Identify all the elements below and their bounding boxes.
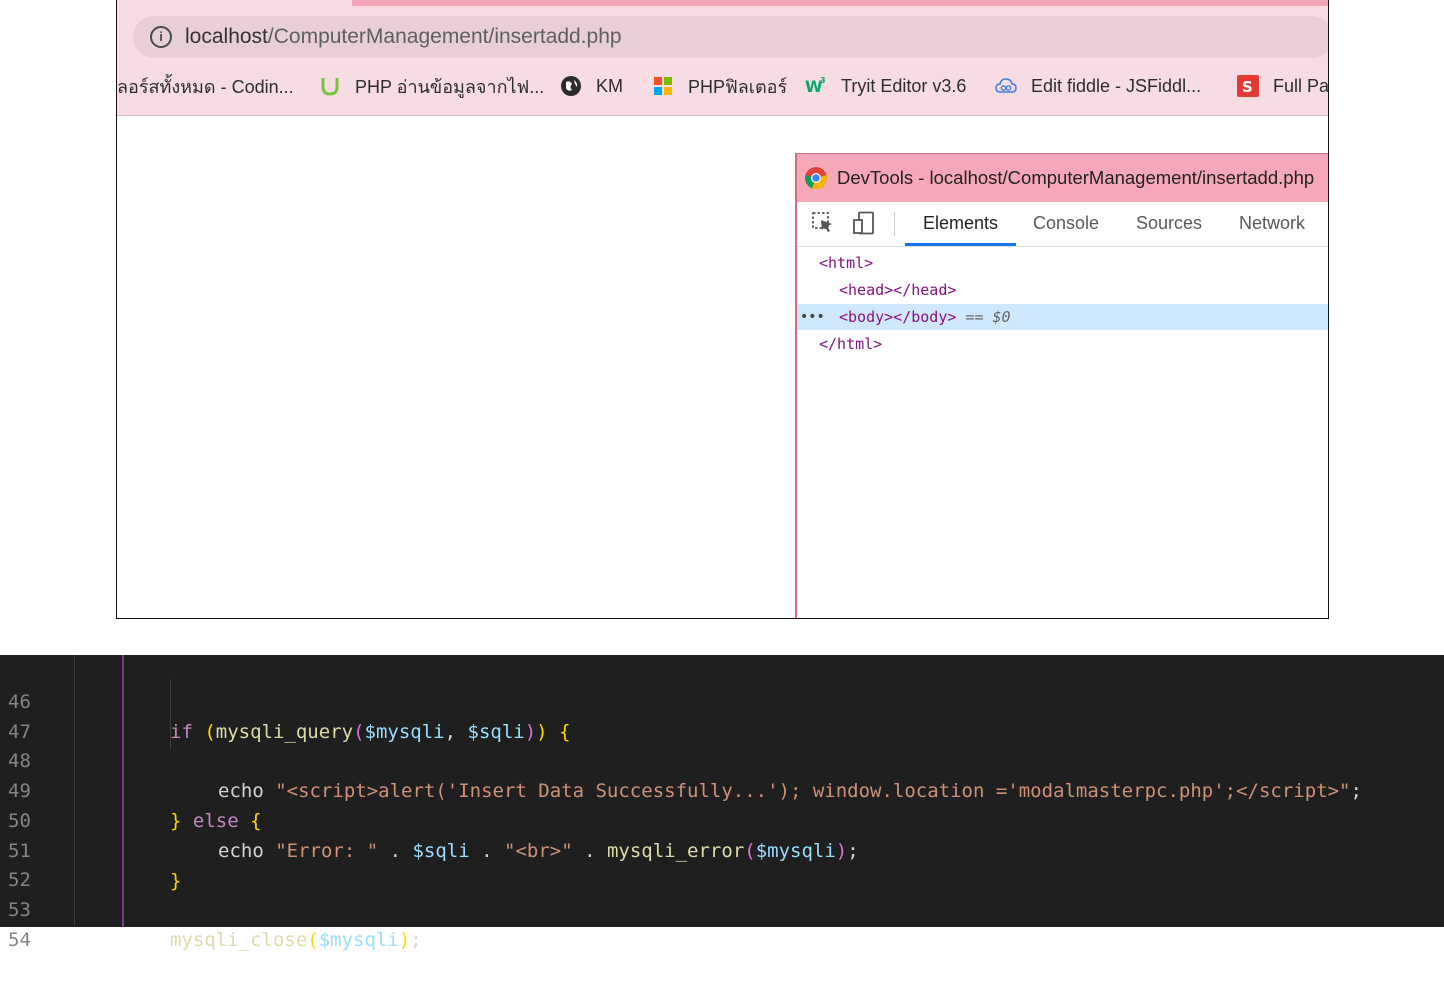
bookmark-item[interactable]: ลอร์สทั้งหมด - Codin... — [117, 68, 294, 104]
inspect-element-icon[interactable] — [811, 211, 835, 235]
w3schools-icon: W 3 — [805, 76, 826, 96]
tab-sources[interactable]: Sources — [1136, 202, 1202, 243]
devtools-title: DevTools - localhost/ComputerManagement/… — [837, 167, 1315, 188]
dom-tag: <html> — [819, 254, 874, 272]
dom-tag: </html> — [819, 335, 883, 353]
browser-toolbar: i localhost/ComputerManagement/insertadd… — [117, 0, 1328, 116]
bookmark-label: KM — [596, 75, 623, 96]
code-line[interactable]: 47 — [0, 687, 1444, 743]
green-u-icon — [321, 78, 339, 96]
url-path: /ComputerManagement/insertadd.php — [267, 25, 622, 48]
code-line[interactable]: 48 echo "<script>alert('Insert Data Succ… — [0, 716, 1444, 802]
devtools-tabbar: Elements Console Sources Network — [797, 202, 1328, 247]
code-line[interactable]: 50 echo "Error: " . $sqli . "<br>" . mys… — [0, 776, 1444, 862]
selected-node-marker: == $0 — [965, 308, 1011, 326]
bookmark-item[interactable]: S Full Pa — [1237, 68, 1329, 104]
svg-text:S: S — [1242, 78, 1253, 96]
device-toolbar-icon[interactable] — [852, 211, 876, 235]
bookmark-item[interactable]: KM — [560, 68, 623, 104]
code-text: mysqli_close($mysqli); — [170, 929, 422, 951]
dom-node-html-open[interactable]: <html> — [797, 250, 1328, 276]
toolbar-separator — [894, 212, 895, 236]
tab-network[interactable]: Network — [1239, 202, 1305, 243]
tab-label: Console — [1033, 213, 1100, 233]
svg-text:3: 3 — [820, 76, 826, 85]
tab-elements[interactable]: Elements — [905, 202, 1017, 246]
bookmark-item[interactable]: W 3 Tryit Editor v3.6 — [805, 68, 966, 104]
chrome-icon — [805, 167, 827, 190]
bookmark-item[interactable]: PHPฟิลเตอร์ — [652, 68, 787, 104]
code-editor[interactable]: 46 if (mysqli_query($mysqli, $sqli)) { 4… — [0, 655, 1444, 951]
bookmarks-bar: ลอร์สทั้งหมด - Codin... PHP อ่านข้อมูลจา… — [117, 68, 1328, 104]
code-line[interactable]: 54 — [0, 895, 1444, 951]
bookmark-item[interactable]: Edit fiddle - JSFiddl... — [995, 68, 1201, 104]
site-info-icon[interactable]: i — [150, 26, 172, 48]
code-line[interactable]: 52 — [0, 835, 1444, 891]
tab-label: Network — [1239, 213, 1306, 233]
tab-console[interactable]: Console — [1033, 202, 1099, 243]
red-s-icon: S — [1237, 75, 1259, 97]
more-options-ellipsis[interactable]: ••• — [800, 304, 825, 330]
tab-label: Sources — [1136, 213, 1203, 233]
bookmark-label: ลอร์สทั้งหมด - Codin... — [117, 76, 294, 97]
devtools-titlebar: DevTools - localhost/ComputerManagement/… — [797, 154, 1328, 202]
globe-icon — [561, 76, 581, 96]
devtools-window: DevTools - localhost/ComputerManagement/… — [795, 153, 1328, 618]
url-host: localhost — [185, 25, 268, 48]
jsfiddle-cloud-icon — [995, 78, 1017, 93]
dom-node-body[interactable]: ••• <body></body> == $0 — [797, 304, 1328, 330]
code-line[interactable]: 53 mysqli_close($mysqli); — [0, 865, 1444, 951]
dom-tag: <body></body> — [839, 308, 957, 326]
tab-label: Elements — [923, 213, 999, 233]
bookmark-label: Full Pa — [1273, 75, 1329, 96]
tab-strip-accent — [352, 0, 1328, 6]
line-number: 54 — [8, 929, 31, 951]
dom-tag: <head></head> — [839, 281, 957, 299]
code-line[interactable]: 51 } — [0, 806, 1444, 892]
dom-node-head[interactable]: <head></head> — [797, 277, 1328, 303]
browser-window: i localhost/ComputerManagement/insertadd… — [116, 0, 1329, 619]
address-url[interactable]: localhost/ComputerManagement/insertadd.p… — [185, 25, 622, 49]
bookmark-label: Edit fiddle - JSFiddl... — [1031, 75, 1202, 96]
bookmark-item[interactable]: PHP อ่านข้อมูลจากไฟ... — [319, 68, 544, 104]
dom-node-html-close[interactable]: </html> — [797, 331, 1328, 357]
code-line[interactable]: 46 if (mysqli_query($mysqli, $sqli)) { — [0, 657, 1444, 743]
code-line[interactable]: 49 } else { — [0, 746, 1444, 832]
bookmark-label: PHPฟิลเตอร์ — [688, 76, 788, 97]
bookmark-label: Tryit Editor v3.6 — [841, 75, 967, 96]
address-bar[interactable]: i localhost/ComputerManagement/insertadd… — [133, 16, 1328, 58]
colored-squares-icon — [654, 77, 672, 95]
bookmark-label: PHP อ่านข้อมูลจากไฟ... — [355, 76, 545, 97]
